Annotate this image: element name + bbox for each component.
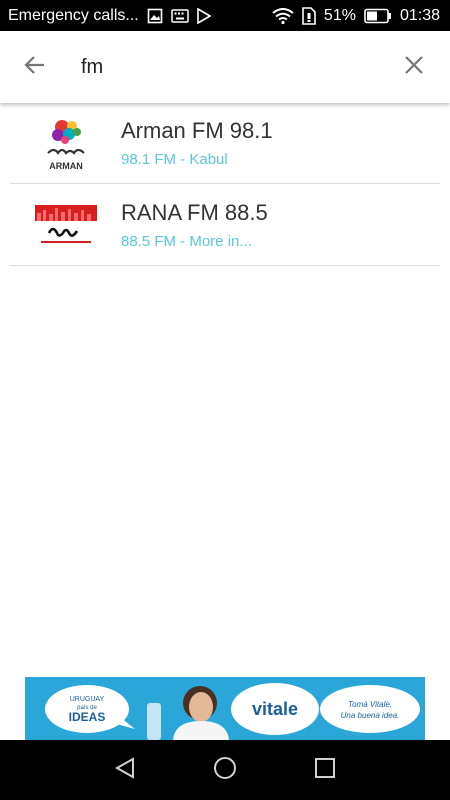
arrow-back-icon bbox=[23, 53, 47, 82]
sim-icon bbox=[302, 6, 316, 25]
wifi-icon bbox=[272, 7, 294, 24]
svg-text:Tomá Vitale.: Tomá Vitale. bbox=[348, 700, 392, 709]
home-circle-icon bbox=[213, 756, 237, 785]
list-item[interactable]: ARMAN Arman FM 98.1 98.1 FM - Kabul bbox=[10, 102, 440, 184]
close-icon bbox=[403, 54, 425, 81]
svg-text:vitale: vitale bbox=[252, 699, 298, 719]
station-subtitle: 98.1 FM - Kabul bbox=[121, 151, 228, 168]
list-item[interactable]: RANA FM 88.5 88.5 FM - More in... bbox=[10, 184, 440, 266]
back-button[interactable] bbox=[5, 31, 65, 103]
navigation-bar bbox=[0, 740, 450, 800]
nav-home-button[interactable] bbox=[211, 756, 239, 784]
battery-percent: 51% bbox=[323, 6, 356, 24]
status-bar: Emergency calls... 51% 01:38 bbox=[0, 0, 450, 31]
back-triangle-icon bbox=[113, 756, 137, 785]
svg-text:Una buena idea.: Una buena idea. bbox=[341, 711, 400, 720]
play-store-icon bbox=[196, 7, 211, 24]
image-icon bbox=[147, 8, 163, 24]
search-input[interactable] bbox=[65, 55, 386, 79]
battery-icon bbox=[364, 8, 392, 24]
station-name: Arman FM 98.1 bbox=[121, 118, 273, 143]
keyboard-icon bbox=[170, 8, 189, 23]
ad-banner[interactable]: URUGUAY país de IDEAS vitale Tomá Vitale… bbox=[25, 677, 425, 740]
notification-text: Emergency calls... bbox=[8, 6, 139, 24]
svg-text:IDEAS: IDEAS bbox=[69, 710, 106, 724]
search-bar bbox=[0, 31, 450, 103]
arman-logo: ARMAN bbox=[30, 111, 102, 175]
svg-text:URUGUAY: URUGUAY bbox=[70, 696, 105, 703]
station-name: RANA FM 88.5 bbox=[121, 200, 268, 225]
rana-logo bbox=[30, 193, 102, 257]
svg-text:ARMAN: ARMAN bbox=[49, 161, 83, 171]
clear-search-button[interactable] bbox=[386, 31, 442, 103]
clock: 01:38 bbox=[399, 6, 440, 24]
recents-square-icon bbox=[314, 757, 336, 784]
nav-recents-button[interactable] bbox=[311, 756, 339, 784]
nav-back-button[interactable] bbox=[111, 756, 139, 784]
station-subtitle: 88.5 FM - More in... bbox=[121, 233, 252, 250]
results-list: ARMAN Arman FM 98.1 98.1 FM - Kabul RANA… bbox=[10, 102, 440, 266]
